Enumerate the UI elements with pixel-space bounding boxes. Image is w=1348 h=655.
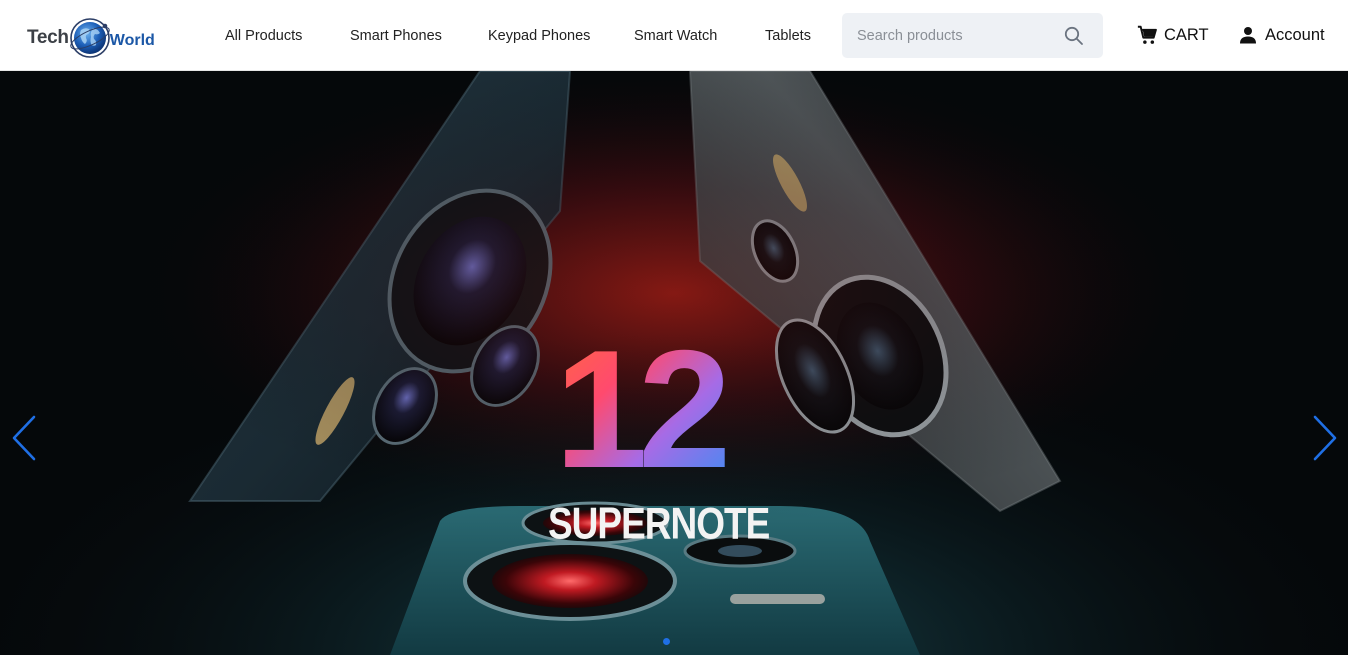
search-button[interactable] — [1045, 13, 1103, 58]
nav-smart-watch[interactable]: Smart Watch — [634, 26, 717, 46]
account-link[interactable]: Account — [1239, 24, 1325, 46]
site-logo[interactable]: Tech World — [27, 14, 155, 62]
hero-model-number: 12 — [548, 325, 732, 493]
account-label: Account — [1265, 26, 1325, 44]
logo-word-world: World — [109, 32, 155, 49]
globe-icon — [69, 18, 110, 58]
chevron-right-icon[interactable] — [1310, 414, 1340, 462]
chevron-left-icon[interactable] — [9, 414, 39, 462]
hero-product-name: SUPERNOTE — [548, 498, 770, 548]
nav-smart-phones[interactable]: Smart Phones — [350, 26, 442, 46]
hero-carousel: 12 SUPERNOTE — [0, 71, 1348, 655]
user-icon — [1240, 27, 1256, 44]
nav-tablets[interactable]: Tablets — [765, 26, 811, 46]
nav-all-products[interactable]: All Products — [225, 26, 302, 46]
logo-word-tech: Tech — [27, 27, 69, 48]
carousel-dot-active[interactable] — [663, 638, 670, 645]
cart-link[interactable]: CART — [1137, 24, 1209, 46]
search-input[interactable] — [842, 13, 1042, 58]
search-bar — [842, 13, 1103, 58]
nav-keypad-phones[interactable]: Keypad Phones — [488, 26, 590, 46]
search-icon — [1064, 26, 1083, 45]
cart-icon — [1137, 25, 1157, 44]
site-header: Tech World All Products Smart Phones Key… — [0, 0, 1348, 71]
cart-label: CART — [1164, 26, 1209, 44]
